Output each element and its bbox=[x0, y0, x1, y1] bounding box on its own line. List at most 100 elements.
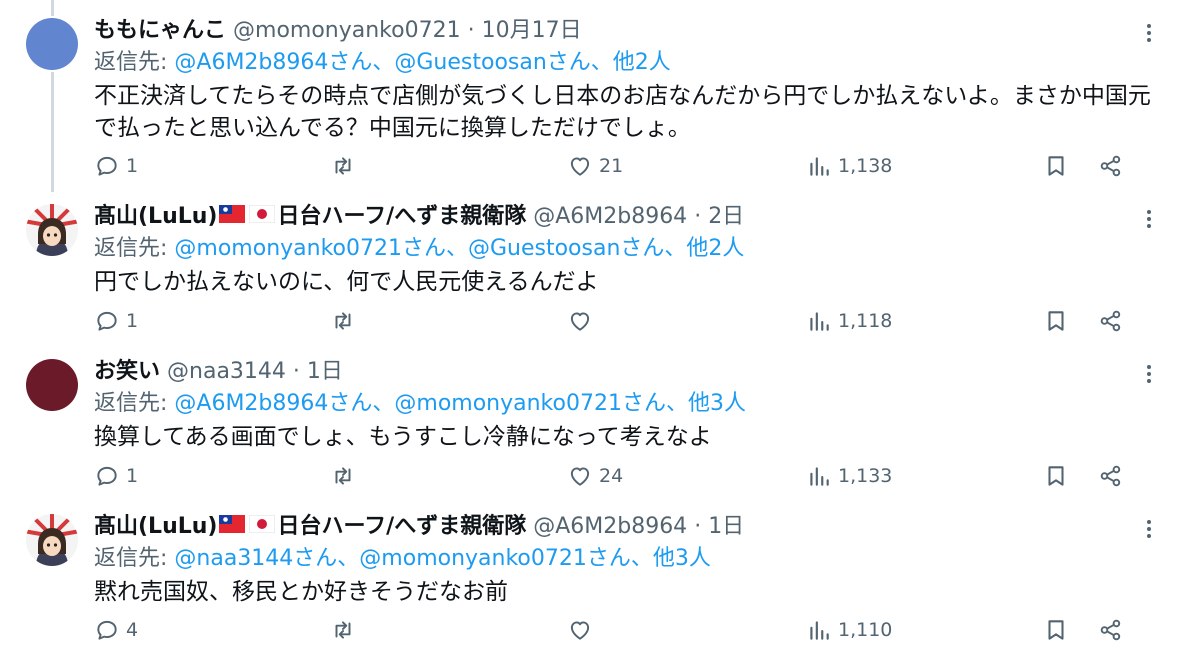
tweet-text: 円でしか払えないのに、何で人民元使えるんだよ bbox=[94, 269, 599, 295]
reply-to: 返信先: @A6M2b8964さん、@momonyanko0721さん、他3人 bbox=[94, 389, 746, 419]
like-button[interactable] bbox=[567, 304, 599, 338]
tweet-header: ももにゃんこ @momonyanko0721 · 10月17日 bbox=[94, 14, 582, 48]
reply-prefix: 返信先: bbox=[94, 50, 175, 75]
views-button[interactable]: 1,133 bbox=[806, 459, 892, 493]
share-button[interactable] bbox=[1098, 613, 1124, 647]
retweet-button[interactable] bbox=[330, 613, 362, 647]
display-name-suffix[interactable]: 日台ハーフ/へずま親衛隊 bbox=[277, 204, 526, 229]
retweet-button[interactable] bbox=[330, 459, 362, 493]
like-button[interactable] bbox=[567, 613, 599, 647]
more-dots-icon[interactable] bbox=[1140, 210, 1158, 230]
bookmark-button[interactable] bbox=[1043, 459, 1069, 493]
reply-count: 1 bbox=[126, 310, 139, 332]
tweet[interactable]: 髙山(LuLu) 日台ハーフ/へずま親衛隊 @A6M2b8964 · 1日 返信先… bbox=[0, 500, 1200, 655]
share-button[interactable] bbox=[1098, 459, 1124, 493]
bookmark-icon bbox=[1048, 620, 1064, 640]
timestamp[interactable]: 1日 bbox=[307, 359, 343, 384]
tweet[interactable]: 髙山(LuLu) 日台ハーフ/へずま親衛隊 @A6M2b8964 · 2日 返信先… bbox=[0, 190, 1200, 345]
retweet-arrows-icon bbox=[335, 621, 351, 639]
avatar[interactable] bbox=[26, 359, 78, 411]
tweet-text: 換算してある画面でしょ、もうすこし冷静になって考えなよ bbox=[94, 424, 712, 450]
reply-button[interactable]: 1 bbox=[94, 304, 138, 338]
japan-flag-icon bbox=[248, 510, 276, 544]
bar-chart-icon bbox=[810, 157, 829, 176]
tweet-text: 黙れ売国奴、移民とか好きそうだなお前 bbox=[94, 579, 508, 605]
more-dots-icon[interactable] bbox=[1140, 520, 1158, 540]
separator: · bbox=[694, 514, 702, 539]
reply-count: 1 bbox=[126, 465, 139, 487]
reply-to-links[interactable]: @A6M2b8964さん、@Guestoosanさん、他2人 bbox=[174, 50, 670, 75]
views-button[interactable]: 1,110 bbox=[806, 613, 892, 647]
avatar[interactable] bbox=[26, 18, 78, 70]
bookmark-icon bbox=[1048, 156, 1064, 176]
timestamp[interactable]: 10月17日 bbox=[482, 18, 582, 43]
timestamp[interactable]: 1日 bbox=[708, 514, 744, 539]
avatar[interactable] bbox=[26, 204, 78, 256]
handle[interactable]: @momonyanko0721 bbox=[233, 18, 461, 43]
tweet[interactable]: ももにゃんこ @momonyanko0721 · 10月17日 返信先: @A6… bbox=[0, 4, 1200, 177]
reply-to-links[interactable]: @A6M2b8964さん、@momonyanko0721さん、他3人 bbox=[174, 391, 746, 416]
reply-to-links[interactable]: @naa3144さん、@momonyanko0721さん、他3人 bbox=[174, 546, 710, 571]
bookmark-button[interactable] bbox=[1043, 149, 1069, 183]
bookmark-button[interactable] bbox=[1043, 613, 1069, 647]
reply-prefix: 返信先: bbox=[94, 546, 175, 571]
bar-chart-icon bbox=[810, 467, 829, 486]
share-button[interactable] bbox=[1098, 304, 1124, 338]
separator: · bbox=[467, 18, 475, 43]
speech-bubble-icon bbox=[97, 311, 117, 331]
more-dots-icon[interactable] bbox=[1140, 24, 1158, 44]
like-button[interactable]: 24 bbox=[567, 459, 623, 493]
bookmark-button[interactable] bbox=[1043, 304, 1069, 338]
retweet-button[interactable] bbox=[330, 304, 362, 338]
timestamp[interactable]: 2日 bbox=[708, 204, 744, 229]
reply-button[interactable]: 1 bbox=[94, 149, 138, 183]
reply-count: 4 bbox=[126, 619, 139, 641]
reply-button[interactable]: 4 bbox=[94, 613, 138, 647]
heart-icon bbox=[570, 467, 590, 486]
share-button[interactable] bbox=[1098, 149, 1124, 183]
display-name[interactable]: お笑い bbox=[94, 359, 160, 384]
handle[interactable]: @naa3144 bbox=[167, 359, 286, 384]
share-icon bbox=[1100, 155, 1121, 177]
tweet[interactable]: お笑い @naa3144 · 1日 返信先: @A6M2b8964さん、@mom… bbox=[0, 345, 1200, 500]
like-button[interactable]: 21 bbox=[567, 149, 623, 183]
action-bar: 4 1,110 bbox=[0, 613, 1200, 647]
bookmark-icon bbox=[1048, 466, 1064, 486]
display-name[interactable]: ももにゃんこ bbox=[94, 18, 226, 43]
retweet-arrows-icon bbox=[335, 312, 351, 330]
display-name[interactable]: 髙山(LuLu) bbox=[94, 514, 217, 539]
retweet-button[interactable] bbox=[330, 149, 362, 183]
share-icon bbox=[1100, 310, 1121, 332]
more-dots-icon[interactable] bbox=[1140, 365, 1158, 385]
speech-bubble-icon bbox=[97, 620, 117, 640]
retweet-arrows-icon bbox=[335, 157, 351, 175]
view-count: 1,110 bbox=[838, 619, 893, 641]
taiwan-flag-icon bbox=[219, 200, 246, 234]
tweet-text: 不正決済してたらその時点で店側が気づくし日本のお店なんだから円でしか払えないよ。… bbox=[94, 83, 1151, 141]
view-count: 1,133 bbox=[838, 465, 893, 487]
display-name[interactable]: 髙山(LuLu) bbox=[94, 204, 217, 229]
japan-flag-icon bbox=[248, 200, 276, 234]
view-count: 1,118 bbox=[838, 310, 893, 332]
speech-bubble-icon bbox=[97, 156, 117, 176]
views-button[interactable]: 1,118 bbox=[806, 304, 892, 338]
reply-prefix: 返信先: bbox=[94, 236, 175, 261]
speech-bubble-icon bbox=[97, 466, 117, 486]
reply-count: 1 bbox=[126, 155, 139, 177]
action-bar: 1 24 1,133 bbox=[0, 459, 1200, 493]
reply-to: 返信先: @A6M2b8964さん、@Guestoosanさん、他2人 bbox=[94, 48, 671, 78]
views-button[interactable]: 1,138 bbox=[806, 149, 892, 183]
display-name-suffix[interactable]: 日台ハーフ/へずま親衛隊 bbox=[277, 514, 526, 539]
like-count: 21 bbox=[599, 155, 624, 177]
heart-icon bbox=[570, 312, 590, 331]
tweet-header: 髙山(LuLu) 日台ハーフ/へずま親衛隊 @A6M2b8964 · 2日 bbox=[94, 200, 744, 234]
share-icon bbox=[1100, 619, 1121, 641]
reply-button[interactable]: 1 bbox=[94, 459, 138, 493]
handle[interactable]: @A6M2b8964 bbox=[533, 514, 687, 539]
reply-to-links[interactable]: @momonyanko0721さん、@Guestoosanさん、他2人 bbox=[174, 236, 744, 261]
bar-chart-icon bbox=[810, 621, 829, 640]
avatar[interactable] bbox=[26, 514, 78, 566]
separator: · bbox=[694, 204, 702, 229]
tweet-header: 髙山(LuLu) 日台ハーフ/へずま親衛隊 @A6M2b8964 · 1日 bbox=[94, 510, 744, 544]
handle[interactable]: @A6M2b8964 bbox=[533, 204, 687, 229]
